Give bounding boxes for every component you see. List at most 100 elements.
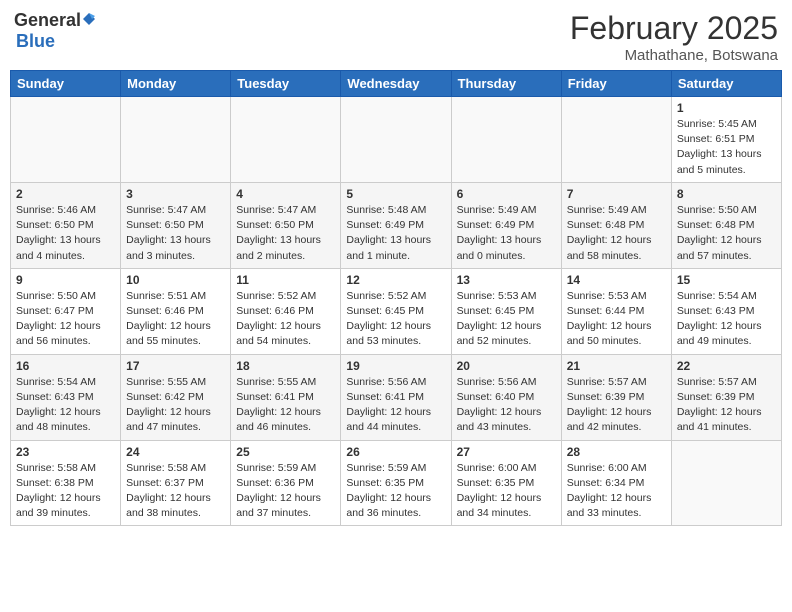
calendar-day-cell [11,97,121,183]
day-of-week-header: Wednesday [341,71,451,97]
calendar-day-cell: 14 Sunrise: 5:53 AM Sunset: 6:44 PM Dayli… [561,268,671,354]
calendar-day-cell: 24 Sunrise: 5:58 AM Sunset: 6:37 PM Dayli… [121,440,231,526]
calendar-day-cell: 6Sunrise: 5:49 AM Sunset: 6:49 PM Daylig… [451,182,561,268]
calendar-week-row: 2Sunrise: 5:46 AM Sunset: 6:50 PM Daylig… [11,182,782,268]
calendar-day-cell: 8 Sunrise: 5:50 AM Sunset: 6:48 PM Daylig… [671,182,781,268]
day-number: 27 [457,445,556,459]
day-number: 7 [567,187,666,201]
day-info: Sunrise: 5:59 AM Sunset: 6:35 PM Dayligh… [346,461,445,522]
calendar-day-cell: 27Sunrise: 6:00 AM Sunset: 6:35 PM Dayli… [451,440,561,526]
calendar-week-row: 16 Sunrise: 5:54 AM Sunset: 6:43 PM Dayli… [11,354,782,440]
day-info: Sunrise: 5:55 AM Sunset: 6:41 PM Dayligh… [236,375,335,436]
day-info: Sunrise: 6:00 AM Sunset: 6:34 PM Dayligh… [567,461,666,522]
day-info: Sunrise: 5:59 AM Sunset: 6:36 PM Dayligh… [236,461,335,522]
calendar-table: SundayMondayTuesdayWednesdayThursdayFrid… [10,70,782,526]
calendar-day-cell: 22 Sunrise: 5:57 AM Sunset: 6:39 PM Dayli… [671,354,781,440]
day-number: 25 [236,445,335,459]
day-info: Sunrise: 5:53 AM Sunset: 6:44 PM Dayligh… [567,289,666,350]
day-number: 21 [567,359,666,373]
calendar-week-row: 23Sunrise: 5:58 AM Sunset: 6:38 PM Dayli… [11,440,782,526]
calendar-day-cell: 17 Sunrise: 5:55 AM Sunset: 6:42 PM Dayli… [121,354,231,440]
day-number: 23 [16,445,115,459]
day-number: 26 [346,445,445,459]
calendar-day-cell: 2Sunrise: 5:46 AM Sunset: 6:50 PM Daylig… [11,182,121,268]
day-number: 17 [126,359,225,373]
day-info: Sunrise: 5:51 AM Sunset: 6:46 PM Dayligh… [126,289,225,350]
day-number: 4 [236,187,335,201]
day-info: Sunrise: 5:50 AM Sunset: 6:48 PM Dayligh… [677,203,776,264]
day-number: 2 [16,187,115,201]
day-info: Sunrise: 5:55 AM Sunset: 6:42 PM Dayligh… [126,375,225,436]
month-year-title: February 2025 [570,10,778,47]
day-info: Sunrise: 5:54 AM Sunset: 6:43 PM Dayligh… [16,375,115,436]
calendar-day-cell: 9Sunrise: 5:50 AM Sunset: 6:47 PM Daylig… [11,268,121,354]
day-number: 20 [457,359,556,373]
calendar-day-cell: 26 Sunrise: 5:59 AM Sunset: 6:35 PM Dayli… [341,440,451,526]
day-number: 13 [457,273,556,287]
day-info: Sunrise: 5:53 AM Sunset: 6:45 PM Dayligh… [457,289,556,350]
calendar-week-row: 9Sunrise: 5:50 AM Sunset: 6:47 PM Daylig… [11,268,782,354]
day-info: Sunrise: 5:50 AM Sunset: 6:47 PM Dayligh… [16,289,115,350]
calendar-day-cell [561,97,671,183]
day-number: 6 [457,187,556,201]
day-info: Sunrise: 5:47 AM Sunset: 6:50 PM Dayligh… [126,203,225,264]
calendar-day-cell: 21 Sunrise: 5:57 AM Sunset: 6:39 PM Dayli… [561,354,671,440]
day-info: Sunrise: 5:57 AM Sunset: 6:39 PM Dayligh… [677,375,776,436]
calendar-day-cell: 12 Sunrise: 5:52 AM Sunset: 6:45 PM Dayli… [341,268,451,354]
day-number: 10 [126,273,225,287]
title-block: February 2025 Mathathane, Botswana [570,10,778,64]
day-number: 11 [236,273,335,287]
logo-blue: Blue [16,31,55,51]
day-info: Sunrise: 5:52 AM Sunset: 6:46 PM Dayligh… [236,289,335,350]
calendar-day-cell [231,97,341,183]
day-of-week-header: Friday [561,71,671,97]
calendar-day-cell: 13 Sunrise: 5:53 AM Sunset: 6:45 PM Dayli… [451,268,561,354]
logo: General Blue [14,10,96,52]
day-info: Sunrise: 5:49 AM Sunset: 6:48 PM Dayligh… [567,203,666,264]
calendar-day-cell [671,440,781,526]
day-number: 19 [346,359,445,373]
calendar-day-cell: 23Sunrise: 5:58 AM Sunset: 6:38 PM Dayli… [11,440,121,526]
day-of-week-header: Sunday [11,71,121,97]
day-info: Sunrise: 5:45 AM Sunset: 6:51 PM Dayligh… [677,117,776,178]
day-number: 3 [126,187,225,201]
page-header: General Blue February 2025 Mathathane, B… [10,10,782,64]
day-info: Sunrise: 5:52 AM Sunset: 6:45 PM Dayligh… [346,289,445,350]
day-of-week-header: Monday [121,71,231,97]
calendar-day-cell: 11 Sunrise: 5:52 AM Sunset: 6:46 PM Dayli… [231,268,341,354]
calendar-day-cell: 28 Sunrise: 6:00 AM Sunset: 6:34 PM Dayli… [561,440,671,526]
calendar-day-cell: 20 Sunrise: 5:56 AM Sunset: 6:40 PM Dayli… [451,354,561,440]
calendar-day-cell: 4 Sunrise: 5:47 AM Sunset: 6:50 PM Daylig… [231,182,341,268]
calendar-day-cell: 19 Sunrise: 5:56 AM Sunset: 6:41 PM Dayli… [341,354,451,440]
day-number: 1 [677,101,776,115]
calendar-day-cell: 5Sunrise: 5:48 AM Sunset: 6:49 PM Daylig… [341,182,451,268]
day-number: 15 [677,273,776,287]
day-number: 12 [346,273,445,287]
day-info: Sunrise: 5:57 AM Sunset: 6:39 PM Dayligh… [567,375,666,436]
day-info: Sunrise: 5:58 AM Sunset: 6:37 PM Dayligh… [126,461,225,522]
calendar-day-cell [121,97,231,183]
day-number: 28 [567,445,666,459]
day-number: 24 [126,445,225,459]
day-info: Sunrise: 5:56 AM Sunset: 6:41 PM Dayligh… [346,375,445,436]
day-info: Sunrise: 5:47 AM Sunset: 6:50 PM Dayligh… [236,203,335,264]
logo-icon [82,12,96,26]
calendar-day-cell: 18Sunrise: 5:55 AM Sunset: 6:41 PM Dayli… [231,354,341,440]
calendar-week-row: 1 Sunrise: 5:45 AM Sunset: 6:51 PM Daylig… [11,97,782,183]
day-info: Sunrise: 5:54 AM Sunset: 6:43 PM Dayligh… [677,289,776,350]
day-number: 8 [677,187,776,201]
day-info: Sunrise: 5:56 AM Sunset: 6:40 PM Dayligh… [457,375,556,436]
day-number: 16 [16,359,115,373]
day-number: 14 [567,273,666,287]
location-subtitle: Mathathane, Botswana [570,47,778,64]
day-of-week-header: Tuesday [231,71,341,97]
day-info: Sunrise: 5:48 AM Sunset: 6:49 PM Dayligh… [346,203,445,264]
calendar-day-cell: 16 Sunrise: 5:54 AM Sunset: 6:43 PM Dayli… [11,354,121,440]
calendar-day-cell: 15 Sunrise: 5:54 AM Sunset: 6:43 PM Dayli… [671,268,781,354]
calendar-day-cell [451,97,561,183]
calendar-day-cell [341,97,451,183]
calendar-day-cell: 25 Sunrise: 5:59 AM Sunset: 6:36 PM Dayli… [231,440,341,526]
calendar-header-row: SundayMondayTuesdayWednesdayThursdayFrid… [11,71,782,97]
logo-general: General [14,10,81,31]
day-number: 22 [677,359,776,373]
